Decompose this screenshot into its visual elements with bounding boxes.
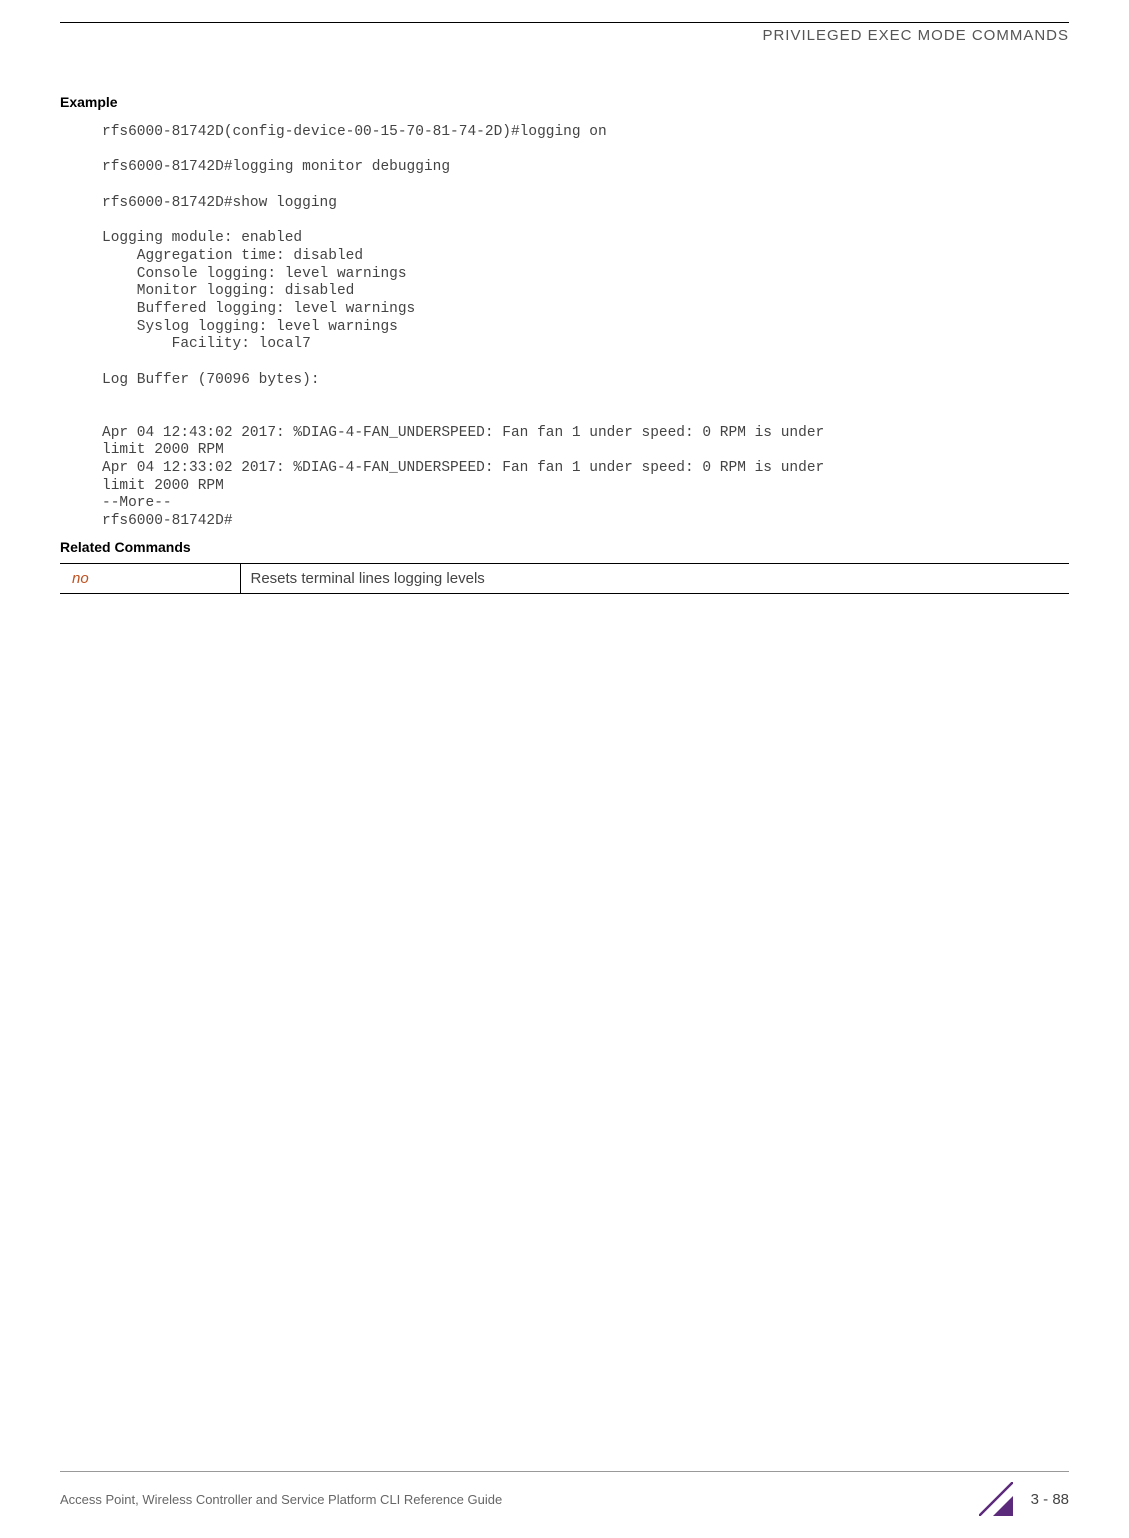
page-footer: Access Point, Wireless Controller and Se… — [0, 1471, 1129, 1516]
header-title: PRIVILEGED EXEC MODE COMMANDS — [0, 27, 1069, 44]
related-command-name: no — [60, 563, 240, 593]
page-content: Example rfs6000-81742D(config-device-00-… — [0, 44, 1129, 594]
table-row: no Resets terminal lines logging levels — [60, 563, 1069, 593]
footer-row: Access Point, Wireless Controller and Se… — [60, 1482, 1069, 1516]
related-commands-table: no Resets terminal lines logging levels — [60, 563, 1069, 594]
related-commands-heading: Related Commands — [60, 539, 1069, 555]
footer-right-group: 3 - 88 — [979, 1482, 1069, 1516]
footer-guide-title: Access Point, Wireless Controller and Se… — [60, 1492, 502, 1507]
corner-decoration-icon — [979, 1482, 1013, 1516]
page-number: 3 - 88 — [1031, 1491, 1069, 1508]
example-heading: Example — [60, 94, 1069, 110]
related-command-desc: Resets terminal lines logging levels — [240, 563, 1069, 593]
footer-rule — [60, 1471, 1069, 1472]
example-code-block: rfs6000-81742D(config-device-00-15-70-81… — [102, 124, 1069, 531]
header-rule — [60, 22, 1069, 23]
